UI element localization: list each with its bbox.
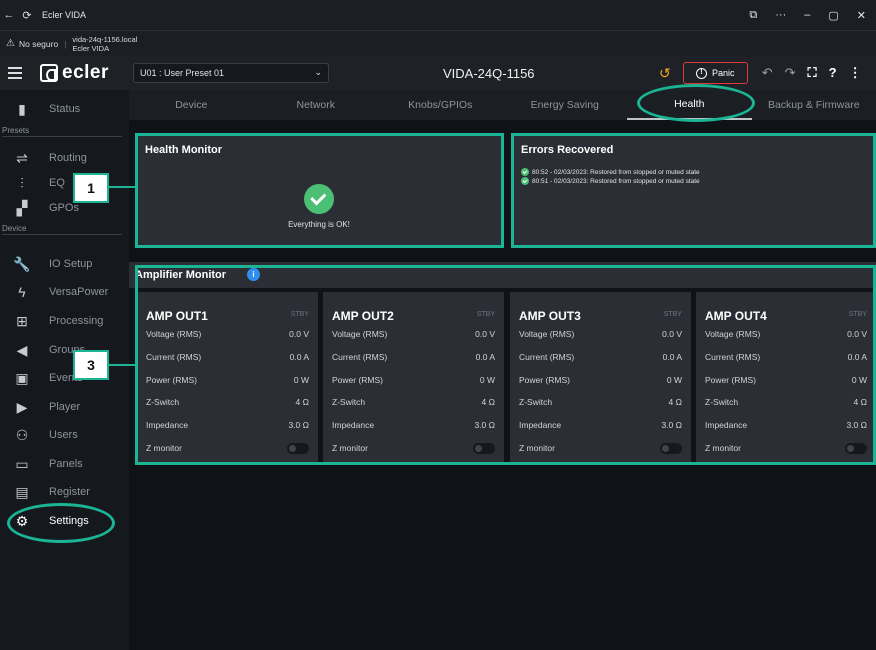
- highlight-settings: [7, 503, 115, 543]
- sidebar-item-status[interactable]: ▮ Status: [0, 97, 129, 121]
- back-icon[interactable]: ←: [0, 9, 18, 21]
- sidebar-item-register[interactable]: ▤ Register: [0, 480, 129, 504]
- document-icon: ▤: [15, 483, 29, 500]
- tab-bar: Device Network Knobs/GPIOs Energy Saving…: [129, 90, 876, 120]
- redo-icon[interactable]: ↷: [785, 65, 796, 81]
- sidebar-item-versapower[interactable]: ϟ VersaPower: [0, 280, 129, 304]
- brand-name: ecler: [62, 62, 109, 83]
- panic-button[interactable]: ! Panic: [682, 62, 748, 84]
- tab-knobs-gpios[interactable]: Knobs/GPIOs: [378, 90, 503, 120]
- app-header: ecler U01 : User Preset 01 ⌄ VIDA-24Q-11…: [0, 56, 876, 90]
- ecler-logo: ecler: [40, 62, 109, 84]
- highlight-health-monitor: [135, 133, 504, 248]
- device-name: VIDA-24Q-1156: [443, 66, 535, 81]
- lightning-icon: ϟ: [18, 284, 26, 300]
- sidebar-item-routing[interactable]: ⇌ Routing: [0, 146, 129, 170]
- help-icon[interactable]: ?: [829, 65, 837, 81]
- sidebar: ▮ Status Presets ⇌ Routing ⫶ EQ ▞ GPOs Devic…: [0, 90, 129, 650]
- callout-3-line: [108, 364, 137, 366]
- address-separator: |: [64, 38, 67, 49]
- close-icon[interactable]: ✕: [857, 9, 866, 22]
- sidebar-item-processing[interactable]: ⊞ Processing: [0, 309, 129, 333]
- fullscreen-icon[interactable]: ⛶: [808, 65, 817, 81]
- routing-icon: ⇌: [16, 149, 28, 166]
- more-icon[interactable]: ···: [775, 9, 786, 21]
- highlight-amplifier-monitor: [135, 265, 876, 465]
- callout-1-line: [108, 186, 137, 188]
- callout-3: 3: [73, 350, 109, 380]
- sidebar-item-events[interactable]: ▣ Events: [0, 366, 129, 390]
- eq-sliders-icon: ⫶: [20, 174, 24, 191]
- sidebar-item-player[interactable]: ▶ Player: [0, 395, 129, 419]
- preset-select-value: U01 : User Preset 01: [140, 68, 225, 78]
- window-title: Ecler VIDA: [42, 10, 87, 20]
- sidebar-heading-presets: Presets: [2, 126, 122, 137]
- callout-1: 1: [73, 173, 109, 203]
- address-bar[interactable]: ⚠ No seguro | vida-24q-1156.local Ecler …: [0, 30, 876, 56]
- minimize-icon[interactable]: –: [804, 9, 810, 21]
- sidebar-item-gpos[interactable]: ▞ GPOs: [0, 196, 129, 220]
- tab-energy-saving[interactable]: Energy Saving: [503, 90, 628, 120]
- panels-icon: ▭: [15, 455, 29, 472]
- highlight-health-tab: [637, 84, 755, 122]
- maximize-icon[interactable]: ▢: [828, 9, 838, 22]
- users-icon: ⚇: [15, 426, 29, 443]
- sidebar-item-panels[interactable]: ▭ Panels: [0, 452, 129, 476]
- ecler-logo-icon: [40, 64, 58, 82]
- play-icon: ▶: [16, 398, 28, 415]
- undo-icon[interactable]: ↶: [762, 65, 773, 81]
- exclamation-icon: !: [695, 67, 707, 79]
- title-bar: ← ⟳ Ecler VIDA ⧉ ··· – ▢ ✕: [0, 0, 876, 30]
- sidebar-item-users[interactable]: ⚇ Users: [0, 423, 129, 447]
- bar-chart-icon: ▮: [18, 100, 26, 117]
- speaker-icon: ◀: [16, 341, 28, 358]
- warning-icon: ⚠: [6, 38, 15, 49]
- url-line2: Ecler VIDA: [72, 43, 110, 53]
- tab-device[interactable]: Device: [129, 90, 254, 120]
- sidebar-item-groups[interactable]: ◀ Groups: [0, 338, 129, 362]
- sidebar-heading-device: Device: [2, 224, 122, 235]
- url-text[interactable]: vida-24q-1156.local Ecler VIDA: [72, 35, 137, 53]
- panic-label: Panic: [711, 68, 735, 78]
- calendar-icon: ▣: [15, 369, 29, 386]
- revert-icon[interactable]: ↺: [659, 65, 671, 82]
- share-icon[interactable]: ⧉: [749, 9, 757, 22]
- more-vertical-icon[interactable]: ⋮: [849, 65, 862, 81]
- url-line1: vida-24q-1156.local: [72, 34, 138, 44]
- reload-icon[interactable]: ⟳: [18, 9, 36, 22]
- tab-backup-firmware[interactable]: Backup & Firmware: [752, 90, 876, 120]
- sidebar-item-io-setup[interactable]: 🔧 IO Setup: [0, 252, 129, 276]
- highlight-errors-recovered: [511, 133, 876, 248]
- menu-icon[interactable]: [8, 64, 22, 82]
- tab-network[interactable]: Network: [254, 90, 379, 120]
- sidebar-item-eq[interactable]: ⫶ EQ: [0, 171, 129, 195]
- gpo-icon: ▞: [16, 199, 28, 216]
- chevron-down-icon: ⌄: [314, 67, 322, 77]
- wrench-icon: 🔧: [13, 255, 31, 272]
- preset-select[interactable]: U01 : User Preset 01 ⌄: [133, 63, 329, 83]
- security-label: No seguro: [18, 38, 59, 49]
- chip-icon: ⊞: [16, 312, 28, 329]
